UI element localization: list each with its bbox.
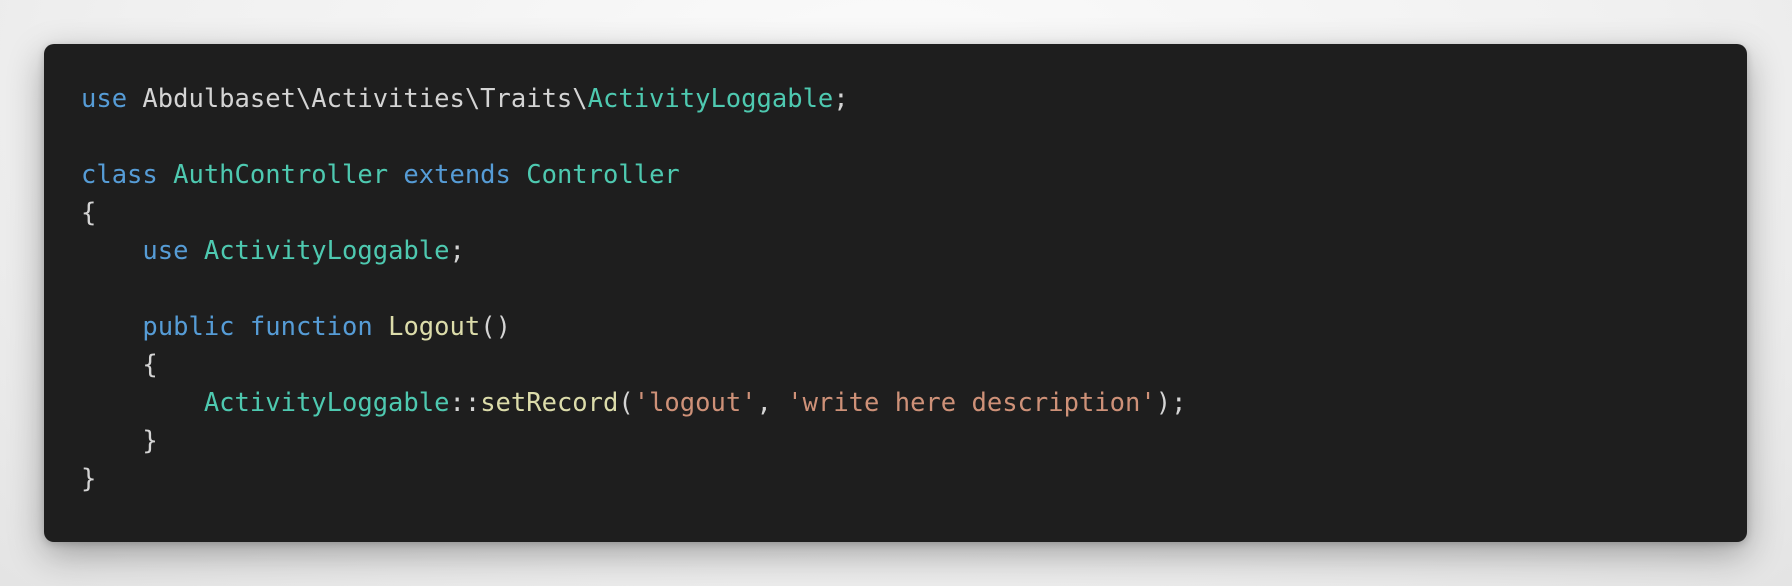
code-keyword: function bbox=[249, 312, 373, 342]
code-line: class AuthController extends Controller bbox=[81, 156, 1747, 194]
code-text: ); bbox=[1155, 388, 1187, 418]
code-text: , bbox=[756, 388, 788, 418]
code-keyword: use bbox=[81, 84, 128, 114]
code-line: use Abdulbaset\Activities\Traits\Activit… bbox=[81, 80, 1747, 118]
code-line: } bbox=[81, 460, 1747, 498]
code-type-name: ActivityLoggable bbox=[203, 236, 450, 266]
code-type-name: ActivityLoggable bbox=[587, 84, 834, 114]
code-line: { bbox=[81, 346, 1747, 384]
code-text: { bbox=[81, 198, 97, 228]
code-type-name: AuthController bbox=[173, 160, 389, 190]
code-text: Abdulbaset\Activities\Traits\ bbox=[127, 84, 588, 114]
code-text: { bbox=[81, 350, 158, 380]
code-text: ( bbox=[618, 388, 634, 418]
code-string: 'write here description' bbox=[787, 388, 1156, 418]
code-keyword: public bbox=[142, 312, 235, 342]
code-block: use Abdulbaset\Activities\Traits\Activit… bbox=[81, 80, 1747, 498]
code-keyword: class bbox=[81, 160, 158, 190]
code-text: } bbox=[81, 426, 158, 456]
code-function-name: setRecord bbox=[480, 388, 619, 418]
code-keyword: extends bbox=[403, 160, 511, 190]
code-string: 'logout' bbox=[633, 388, 757, 418]
code-text: ; bbox=[449, 236, 465, 266]
code-line: ActivityLoggable::setRecord('logout', 'w… bbox=[81, 384, 1747, 422]
code-text: () bbox=[480, 312, 511, 342]
code-line: use ActivityLoggable; bbox=[81, 232, 1747, 270]
code-text: :: bbox=[449, 388, 481, 418]
code-function-name: Logout bbox=[388, 312, 481, 342]
code-keyword: use bbox=[142, 236, 189, 266]
code-type-name: Controller bbox=[526, 160, 680, 190]
code-line: } bbox=[81, 422, 1747, 460]
code-snippet-card: use Abdulbaset\Activities\Traits\Activit… bbox=[44, 44, 1747, 542]
code-text: ; bbox=[833, 84, 849, 114]
code-line: { bbox=[81, 194, 1747, 232]
code-text: } bbox=[81, 464, 97, 494]
code-line: public function Logout() bbox=[81, 308, 1747, 346]
code-type-name: ActivityLoggable bbox=[203, 388, 450, 418]
